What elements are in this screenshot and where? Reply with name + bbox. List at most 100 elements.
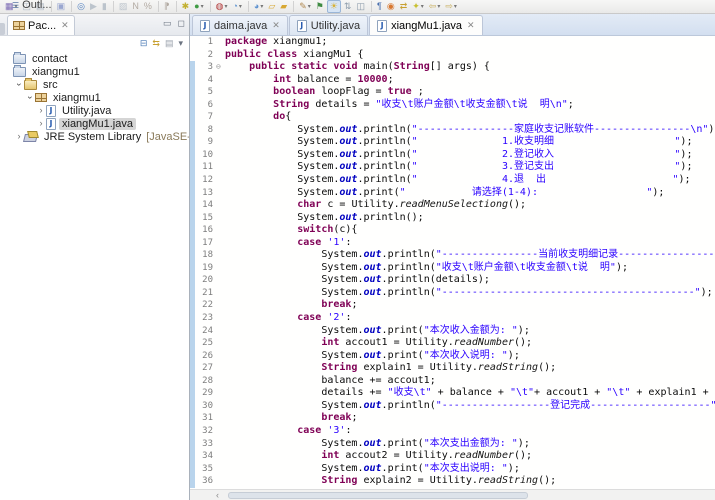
collapsed-arrow-icon[interactable]: › bbox=[36, 117, 46, 130]
code-line[interactable]: 19 System.out.println("收支\t账户金额\t收支金额\t说… bbox=[190, 262, 715, 275]
tree-item-src[interactable]: ›src bbox=[0, 78, 189, 91]
code-line[interactable]: 29 details += "收支\t" + balance + "\t"+ a… bbox=[190, 387, 715, 400]
code-line[interactable]: 28 balance += accout1; bbox=[190, 375, 715, 388]
open-resource-icon[interactable]: ▰ bbox=[278, 0, 289, 13]
code-line[interactable]: 9 System.out.println(" 1.收支明细 "); bbox=[190, 136, 715, 149]
collapsed-arrow-icon[interactable]: › bbox=[36, 104, 46, 117]
search-icon[interactable]: ◎ bbox=[75, 0, 87, 13]
dropdown-arrow-icon[interactable]: ▾ bbox=[308, 3, 311, 10]
dropdown-arrow-icon[interactable]: ▾ bbox=[201, 3, 204, 10]
code-line[interactable]: 32 case '3': bbox=[190, 425, 715, 438]
tree-item-contact[interactable]: contact bbox=[0, 52, 189, 65]
tree-item-utility-java[interactable]: ›JUtility.java bbox=[0, 104, 189, 117]
close-icon[interactable]: ✕ bbox=[272, 20, 280, 31]
editor-tab-utility[interactable]: JUtility.java bbox=[289, 15, 368, 35]
link-with-editor-icon[interactable]: ⇆ bbox=[152, 38, 160, 49]
line-number[interactable]: 36 bbox=[195, 475, 216, 488]
dropdown-arrow-icon[interactable]: ▾ bbox=[260, 3, 263, 10]
code-line[interactable]: 35 System.out.print("本次支出说明: "); bbox=[190, 463, 715, 476]
lightbulb-icon[interactable]: ✦▾ bbox=[410, 0, 426, 13]
debug-icon[interactable]: ◍▾ bbox=[214, 0, 230, 13]
line-number[interactable]: 34 bbox=[195, 450, 216, 463]
code-line[interactable]: 13 System.out.print(" 请选择(1-4): "); bbox=[190, 187, 715, 200]
code-line[interactable]: 24 System.out.print("本次收入金额为: "); bbox=[190, 325, 715, 338]
horizontal-scrollbar[interactable]: ‹ bbox=[190, 489, 715, 500]
line-number[interactable]: 6 bbox=[195, 99, 216, 112]
code-line[interactable]: 36 String explain2 = Utility.readString(… bbox=[190, 475, 715, 488]
scrollbar-thumb[interactable] bbox=[228, 492, 528, 499]
code-line[interactable]: 1package xiangmu1; bbox=[190, 36, 715, 49]
maximize-icon[interactable]: ◻ bbox=[178, 18, 185, 29]
line-number[interactable]: 17 bbox=[195, 237, 216, 250]
code-line[interactable]: 3⊖ public static void main(String[] args… bbox=[190, 61, 715, 74]
code-line[interactable]: 12 System.out.println(" 4.退 出 "); bbox=[190, 174, 715, 187]
prev-annotation-icon[interactable]: % bbox=[142, 0, 154, 13]
dropdown-arrow-icon[interactable]: ▾ bbox=[421, 3, 424, 10]
build-icon[interactable]: ▨ bbox=[117, 0, 130, 13]
skip-breakpoints-icon[interactable]: ▶ bbox=[88, 0, 99, 13]
line-number[interactable]: 25 bbox=[195, 337, 216, 350]
line-number[interactable]: 2 bbox=[195, 49, 216, 62]
line-number[interactable]: 3 bbox=[195, 61, 216, 74]
web-browser-icon[interactable]: ◔▾ bbox=[230, 0, 243, 13]
code-line[interactable]: 2public class xiangMu1 { bbox=[190, 49, 715, 62]
view-tab-outline[interactable]: ☰Outl... bbox=[7, 0, 75, 15]
line-number[interactable]: 7 bbox=[195, 111, 216, 124]
link-icon[interactable]: ⇄ bbox=[398, 0, 410, 13]
line-number[interactable]: 26 bbox=[195, 350, 216, 363]
code-line[interactable]: 22 break; bbox=[190, 299, 715, 312]
code-editor[interactable]: 1package xiangmu1;2public class xiangMu1… bbox=[190, 36, 715, 489]
code-line[interactable]: 17 case '1': bbox=[190, 237, 715, 250]
code-line[interactable]: 30 System.out.println("-----------------… bbox=[190, 400, 715, 413]
fold-collapse-icon[interactable]: ⊖ bbox=[216, 61, 225, 74]
line-number[interactable]: 5 bbox=[195, 86, 216, 99]
line-number[interactable]: 15 bbox=[195, 212, 216, 225]
filters-icon[interactable]: ▤ bbox=[165, 38, 174, 49]
close-icon[interactable]: ✕ bbox=[467, 20, 475, 31]
show-whitespace-icon[interactable]: ¶ bbox=[375, 0, 384, 13]
code-line[interactable]: 21 System.out.println("-----------------… bbox=[190, 287, 715, 300]
back-icon[interactable]: ⇨▾ bbox=[443, 0, 459, 13]
line-number[interactable]: 22 bbox=[195, 299, 216, 312]
suspend-icon[interactable]: ▮ bbox=[100, 0, 109, 13]
code-line[interactable]: 11 System.out.println(" 3.登记支出 "); bbox=[190, 161, 715, 174]
line-number[interactable]: 31 bbox=[195, 412, 216, 425]
code-line[interactable]: 18 System.out.println("----------------当… bbox=[190, 249, 715, 262]
record-icon[interactable]: ◉ bbox=[385, 0, 397, 13]
dropdown-arrow-icon[interactable]: ▾ bbox=[239, 3, 242, 10]
line-number[interactable]: 20 bbox=[195, 274, 216, 287]
code-line[interactable]: 8 System.out.println("----------------家庭… bbox=[190, 124, 715, 137]
tree-item-xiangmu1[interactable]: ›xiangmu1 bbox=[0, 91, 189, 104]
minimize-icon[interactable]: ▭ bbox=[163, 18, 172, 29]
dropdown-arrow-icon[interactable]: ▾ bbox=[437, 3, 440, 10]
code-line[interactable]: 10 System.out.println(" 2.登记收入 "); bbox=[190, 149, 715, 162]
tree-item-xiangmu1-java[interactable]: ›JxiangMu1.java bbox=[0, 117, 189, 130]
last-edit-icon[interactable]: ⁋ bbox=[162, 0, 172, 13]
line-number[interactable]: 8 bbox=[195, 124, 216, 137]
code-line[interactable]: 20 System.out.println(details); bbox=[190, 274, 715, 287]
code-line[interactable]: 4 int balance = 10000; bbox=[190, 74, 715, 87]
code-line[interactable]: 33 System.out.print("本次支出金额为: "); bbox=[190, 438, 715, 451]
line-number[interactable]: 13 bbox=[195, 187, 216, 200]
run-icon[interactable]: ●▾ bbox=[192, 0, 205, 13]
code-line[interactable]: 7 do{ bbox=[190, 111, 715, 124]
open-folder-icon[interactable]: ▱ bbox=[266, 0, 277, 13]
line-number[interactable]: 21 bbox=[195, 287, 216, 300]
code-line[interactable]: 15 System.out.println(); bbox=[190, 212, 715, 225]
collapse-all-icon[interactable]: ⊟ bbox=[140, 38, 148, 49]
server-icon[interactable]: ◕▾ bbox=[252, 0, 265, 13]
forward-icon[interactable]: ⇦▾ bbox=[427, 0, 443, 13]
code-line[interactable]: 14 char c = Utility.readMenuSelectiong()… bbox=[190, 199, 715, 212]
line-number[interactable]: 16 bbox=[195, 224, 216, 237]
line-number[interactable]: 1 bbox=[195, 36, 216, 49]
line-number[interactable]: 27 bbox=[195, 362, 216, 375]
dropdown-arrow-icon[interactable]: ▾ bbox=[454, 3, 457, 10]
edit-pencil-icon[interactable]: ✎▾ bbox=[297, 0, 313, 13]
tree-item-xiangmu1[interactable]: xiangmu1 bbox=[0, 65, 189, 78]
line-number[interactable]: 19 bbox=[195, 262, 216, 275]
external-tools-icon[interactable]: ✱ bbox=[180, 0, 192, 13]
line-number[interactable]: 29 bbox=[195, 387, 216, 400]
scroll-left-icon[interactable]: ‹ bbox=[216, 490, 219, 500]
line-number[interactable]: 11 bbox=[195, 161, 216, 174]
line-number[interactable]: 4 bbox=[195, 74, 216, 87]
